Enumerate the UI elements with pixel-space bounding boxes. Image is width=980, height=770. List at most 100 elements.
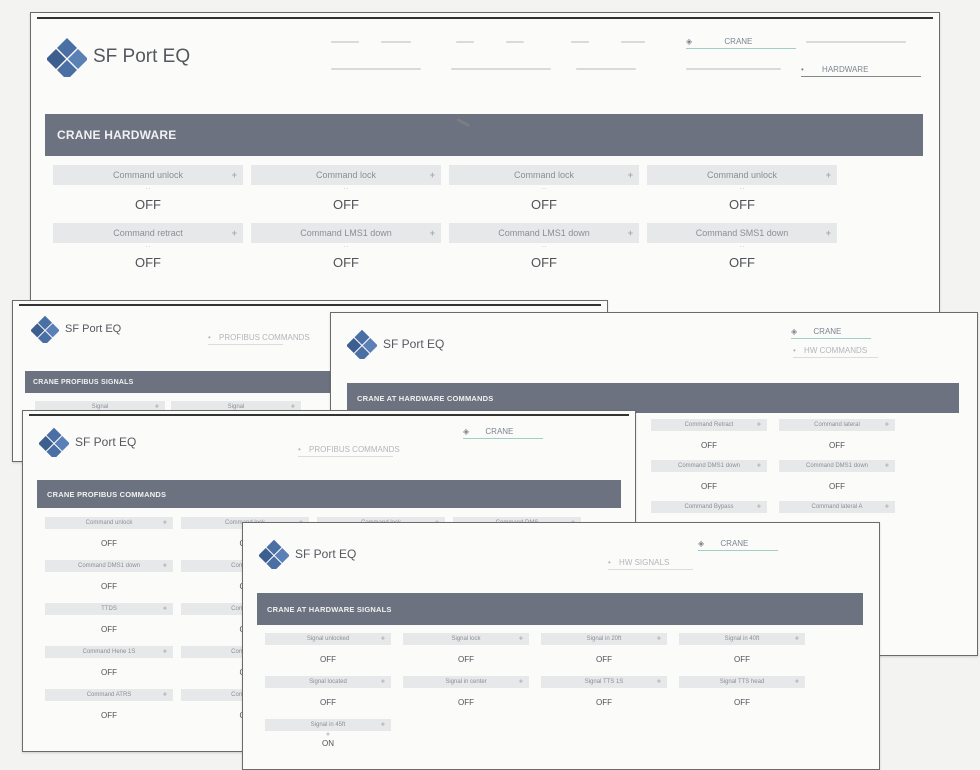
add-icon[interactable]: + (381, 679, 385, 686)
cell-label[interactable]: Signal located + (265, 676, 391, 688)
cell-label[interactable]: Signal in 20ft + (541, 633, 667, 645)
hardware-cell: Command unlock + ·· OFF (647, 165, 837, 219)
hardware-cell: Command lock + ·· OFF (251, 165, 441, 219)
pb-command-cell: Command unlock + OFF (45, 517, 173, 557)
brand-diamond-icon (38, 427, 70, 460)
add-icon[interactable]: + (163, 649, 167, 656)
brand-logo[interactable]: SF Port EQ (30, 315, 121, 346)
cell-label[interactable]: Command ATRS + (45, 689, 173, 701)
cell-value: OFF (531, 255, 557, 270)
add-icon[interactable]: + (232, 170, 237, 180)
add-icon[interactable]: + (519, 636, 523, 643)
add-icon[interactable]: + (657, 636, 661, 643)
cell-label[interactable]: Signal TTS head + (679, 676, 805, 688)
add-icon[interactable]: + (885, 422, 889, 429)
nav-tab-hw-signals[interactable]: • HW SIGNALS (608, 558, 693, 570)
brand-logo[interactable]: SF Port EQ (38, 427, 136, 460)
nav-faint (686, 68, 781, 70)
nav-tab-crane[interactable]: ◈ CRANE (686, 37, 796, 49)
hw-signal-cell: Signal in 45ft + ● ON (265, 719, 391, 751)
cell-label[interactable]: Command LMS1 down + (251, 223, 441, 243)
cell-label[interactable]: Command unlock + (53, 165, 243, 185)
add-icon[interactable]: + (657, 679, 661, 686)
add-icon[interactable]: + (163, 606, 167, 613)
hw-signal-grid: Signal unlocked + OFF Signal lock + OFF Si… (265, 633, 805, 751)
add-icon[interactable]: + (628, 228, 633, 238)
cell-label[interactable]: Signal lock + (403, 633, 529, 645)
nav-faint (621, 41, 645, 43)
add-icon[interactable]: + (430, 228, 435, 238)
hw-command-cell: Command DMS1 down + OFF (779, 460, 895, 498)
cell-label[interactable]: TTDS + (45, 603, 173, 615)
add-icon[interactable]: + (232, 228, 237, 238)
add-icon[interactable]: + (795, 679, 799, 686)
cell-label[interactable]: Command lock+ (449, 165, 639, 185)
add-icon[interactable]: + (430, 170, 435, 180)
cell-label[interactable]: Command lock+ (251, 165, 441, 185)
cell-label[interactable]: Signal TTS 1S + (541, 676, 667, 688)
add-icon[interactable]: + (163, 692, 167, 699)
cell-label[interactable]: Command lateral + (779, 419, 895, 431)
brand-diamond-icon (258, 539, 290, 572)
hw-signal-cell: Signal located + OFF (265, 676, 391, 716)
cell-label[interactable]: Command DMS1 down + (651, 460, 767, 472)
nav-tab-crane[interactable]: ◈ CRANE (463, 427, 543, 439)
pb-command-cell: Command DMS1 down + OFF (45, 560, 173, 600)
nav-faint (331, 68, 421, 70)
hw-signal-cell: Signal unlocked + OFF (265, 633, 391, 673)
cell-value: OFF (729, 197, 755, 212)
hw-command-cell: Command Retract + OFF (651, 419, 767, 457)
nav-tab-hardware[interactable]: • HARDWARE (801, 65, 921, 77)
cell-label[interactable]: Signal in 45ft + (265, 719, 391, 731)
hw-command-cell: Command DMS1 down + OFF (651, 460, 767, 498)
add-icon[interactable]: + (885, 463, 889, 470)
cell-label[interactable]: Command lateral A + (779, 501, 895, 513)
nav-tab-crane[interactable]: ◈ CRANE (698, 539, 778, 551)
crane-nav-icon: ◈ (791, 327, 798, 336)
hw-command-grid: Command Retract + OFF Command lateral + OF… (651, 419, 895, 513)
cell-label[interactable]: Command LMS1 down + (449, 223, 639, 243)
add-icon[interactable]: + (885, 504, 889, 511)
add-icon[interactable]: + (757, 504, 761, 511)
add-icon[interactable]: + (163, 520, 167, 527)
nav-faint (576, 68, 636, 70)
brand-logo[interactable]: SF Port EQ (346, 329, 444, 362)
hardware-cell: Command unlock + ·· OFF (53, 165, 243, 219)
section-header: CRANE PROFIBUS COMMANDS (37, 480, 621, 508)
cell-label[interactable]: Command Retract + (651, 419, 767, 431)
brand-diamond-icon (46, 37, 88, 80)
cell-label[interactable]: Command Hene 1S + (45, 646, 173, 658)
add-icon[interactable]: + (381, 722, 385, 729)
add-icon[interactable]: + (381, 636, 385, 643)
add-icon[interactable]: + (757, 422, 761, 429)
cell-label[interactable]: Command Bypass + (651, 501, 767, 513)
nav-tab-hw-commands[interactable]: • HW COMMANDS (793, 346, 878, 358)
brand-name: SF Port EQ (93, 46, 191, 67)
cell-label[interactable]: Command retract + (53, 223, 243, 243)
cell-label[interactable]: Command DMS1 down + (779, 460, 895, 472)
nav-tab-pb-commands[interactable]: • PROFIBUS COMMANDS (298, 445, 400, 457)
hw-command-cell: Command lateral + OFF (779, 419, 895, 457)
nav-faint (506, 41, 524, 43)
cell-label[interactable]: Command DMS1 down + (45, 560, 173, 572)
nav-tab-crane[interactable]: ◈ CRANE (791, 327, 871, 339)
nav-tab-pb-signals[interactable]: • PROFIBUS COMMANDS (208, 333, 310, 345)
cell-label[interactable]: Command unlock + (647, 165, 837, 185)
add-icon[interactable]: + (795, 636, 799, 643)
cell-label[interactable]: Command SMS1 down + (647, 223, 837, 243)
add-icon[interactable]: + (757, 463, 761, 470)
nav-faint (451, 68, 551, 70)
add-icon[interactable]: + (163, 563, 167, 570)
window-hw-signals: SF Port EQ ◈ CRANE • HW SIGNALS CRANE AT… (242, 522, 880, 770)
cell-label[interactable]: Signal in center + (403, 676, 529, 688)
brand-logo[interactable]: SF Port EQ (258, 539, 356, 572)
add-icon[interactable]: + (826, 228, 831, 238)
add-icon[interactable]: + (826, 170, 831, 180)
cell-label[interactable]: Command unlock + (45, 517, 173, 529)
add-icon[interactable]: + (628, 170, 633, 180)
add-icon[interactable]: + (519, 679, 523, 686)
nav-faint (331, 41, 359, 43)
cell-label[interactable]: Signal in 40ft + (679, 633, 805, 645)
brand-logo[interactable]: SF Port EQ (46, 37, 191, 80)
cell-label[interactable]: Signal unlocked + (265, 633, 391, 645)
